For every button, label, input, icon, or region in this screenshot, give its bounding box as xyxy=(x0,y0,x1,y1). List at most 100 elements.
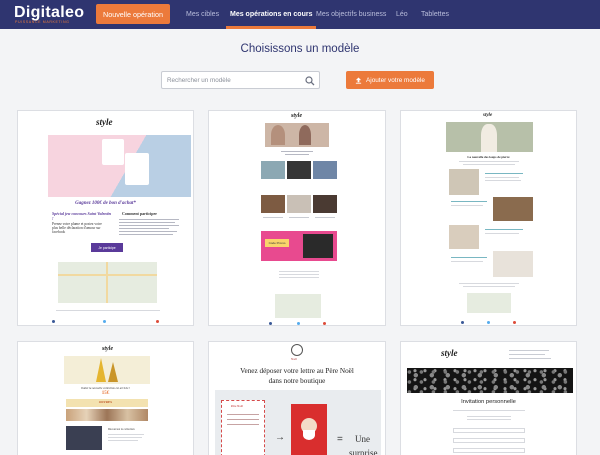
equals-sign: = xyxy=(337,434,343,445)
twitter-icon xyxy=(103,320,106,323)
text-line xyxy=(281,151,313,152)
text-line xyxy=(227,414,259,415)
text-line xyxy=(227,424,259,425)
facebook-icon xyxy=(52,320,55,323)
people-image xyxy=(271,125,285,145)
text-line xyxy=(485,177,519,178)
form-field xyxy=(453,428,525,433)
clothing-image xyxy=(66,409,148,421)
template-card[interactable]: style Invitation personnelle xyxy=(400,341,577,455)
product-image xyxy=(449,225,479,249)
google-plus-icon xyxy=(513,321,516,324)
text-line xyxy=(279,271,319,272)
product-image xyxy=(493,251,533,277)
text-line xyxy=(108,440,138,441)
template-left-text: Prenez votre plume et postez votre plus … xyxy=(52,222,102,234)
letter-image xyxy=(221,400,265,455)
product-image xyxy=(313,161,337,179)
template-card[interactable]: style La nouvelle des loups de pierre xyxy=(400,110,577,326)
template-headline-2: dans notre boutique xyxy=(268,377,326,385)
text-line xyxy=(485,233,519,234)
template-right-title: Comment participer xyxy=(122,211,157,216)
participate-button: Je participe xyxy=(91,243,123,252)
product-image xyxy=(261,161,285,179)
text-line xyxy=(227,419,259,420)
text-line xyxy=(451,257,487,258)
arrow-icon: → xyxy=(275,432,285,443)
model-image xyxy=(481,124,497,152)
text-line xyxy=(485,229,523,230)
map-image xyxy=(467,293,511,313)
text-line xyxy=(108,434,144,435)
template-card[interactable]: style Gagnez 100€ de bon d'achat* Spécia… xyxy=(17,110,194,326)
text-line xyxy=(509,350,549,351)
nav-item-objectifs[interactable]: Mes objectifs business xyxy=(316,0,386,29)
footer-line xyxy=(56,310,160,311)
template-card[interactable]: Noël Venez déposer votre lettre au Père … xyxy=(208,341,386,455)
text-line xyxy=(459,283,519,284)
template-brand-mark: style xyxy=(291,113,302,119)
santa-logo-icon xyxy=(291,344,303,356)
tshirt-image xyxy=(102,139,124,165)
add-template-button[interactable]: Ajouter votre modèle xyxy=(346,71,434,89)
text-line xyxy=(459,161,519,162)
text-line xyxy=(119,225,179,226)
facebook-icon xyxy=(269,322,272,325)
text-line xyxy=(119,228,169,229)
hero-bokeh-image xyxy=(407,368,573,393)
template-headline: Gagnez 100€ de bon d'achat* xyxy=(75,201,136,206)
template-preview: style Code Promo xyxy=(209,111,385,325)
promo-product-image xyxy=(303,234,333,258)
template-left-title: Spécial jeu-concours Saint Valentin ! xyxy=(52,211,112,221)
template-search-input[interactable] xyxy=(162,72,300,88)
google-plus-icon xyxy=(323,322,326,325)
promo-code-label: Code Promo xyxy=(265,239,289,247)
search-icon[interactable] xyxy=(305,76,315,86)
nav-item-operations[interactable]: Mes opérations en cours xyxy=(225,0,317,29)
facebook-icon xyxy=(461,321,464,324)
template-brand-mark: Noël xyxy=(291,357,297,361)
template-preview: style Outlet la nouvelle collection est … xyxy=(18,342,193,455)
text-line xyxy=(119,231,177,232)
template-search-box[interactable] xyxy=(161,71,320,89)
product-image xyxy=(287,195,311,213)
offer-title: OFFRES xyxy=(98,400,113,404)
new-operation-button[interactable]: Nouvelle opération xyxy=(96,4,170,24)
text-line xyxy=(467,419,511,420)
template-card[interactable]: style Code Promo xyxy=(208,110,386,326)
text-line xyxy=(451,201,487,202)
template-card[interactable]: style Outlet la nouvelle collection est … xyxy=(17,341,194,455)
text-line xyxy=(451,205,483,206)
text-line xyxy=(467,416,511,417)
nav-item-cibles[interactable]: Mes cibles xyxy=(186,0,219,29)
nav-item-leo[interactable]: Léo xyxy=(396,0,408,29)
template-preview: Noël Venez déposer votre lettre au Père … xyxy=(209,342,385,455)
template-caption: La nouvelle des loups de pierre xyxy=(467,155,510,159)
google-plus-icon xyxy=(156,320,159,323)
brand-logo[interactable]: Digitaleo PUISSANCE MARKETING xyxy=(14,4,90,26)
nav-item-tablettes[interactable]: Tablettes xyxy=(421,0,449,29)
template-preview: style Invitation personnelle xyxy=(401,342,576,455)
template-brand-mark: style xyxy=(96,117,113,127)
map-road xyxy=(106,262,108,303)
template-headline: Outlet la nouvelle collection est arrivé… xyxy=(80,386,131,390)
santa-beard-image xyxy=(303,430,315,440)
add-template-label: Ajouter votre modèle xyxy=(366,76,425,84)
text-line xyxy=(119,234,173,235)
twitter-icon xyxy=(297,322,300,325)
form-field xyxy=(453,448,525,453)
template-brand-mark: style xyxy=(483,113,493,118)
text-line xyxy=(119,219,179,220)
text-line xyxy=(279,277,319,278)
letter-label: Père Noël xyxy=(231,404,243,408)
text-line xyxy=(463,164,515,165)
text-line xyxy=(463,286,515,287)
template-brand-mark: style xyxy=(102,346,113,352)
brand-tagline: PUISSANCE MARKETING xyxy=(15,20,70,24)
template-headline: Invitation personnelle xyxy=(461,399,516,405)
people-image xyxy=(299,125,311,145)
product-image xyxy=(313,195,337,213)
product-image xyxy=(493,197,533,221)
template-brand-mark: style xyxy=(441,348,458,358)
template-preview: style Gagnez 100€ de bon d'achat* Spécia… xyxy=(18,111,193,325)
